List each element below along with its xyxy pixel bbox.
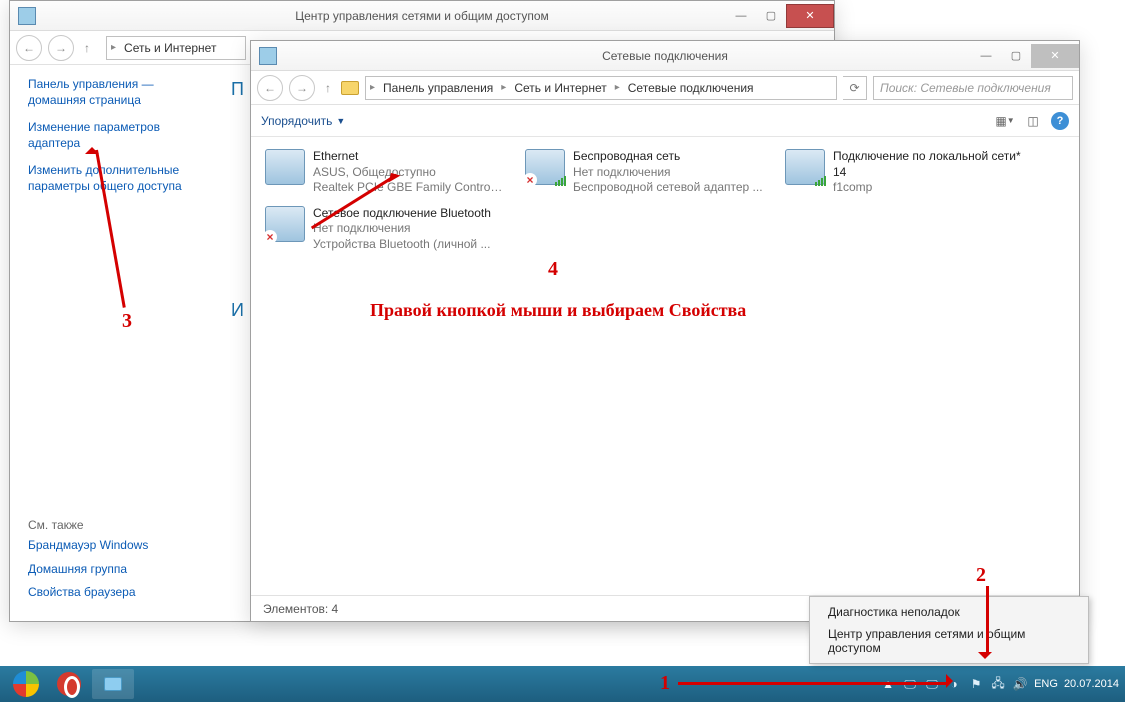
disconnected-x-icon: × [523,173,537,187]
minimize-button[interactable]: — [971,44,1001,68]
maximize-button[interactable]: ▢ [756,4,786,28]
up-button[interactable]: ↑ [80,35,94,61]
minimize-button[interactable]: — [726,4,756,28]
tray-icon[interactable]: 🖵 [902,676,918,692]
network-connections-window: Сетевые подключения — ▢ ✕ ← → ↑ ▸ Панель… [250,40,1080,622]
chevron-down-icon: ▼ [336,116,345,126]
connection-item[interactable]: Подключение по локальной сети* 14f1comp [785,149,1035,196]
connection-device: Realtek PCIe GBE Family Controller [313,180,503,196]
connection-device: f1comp [833,180,1023,196]
item-count: Элементов: 4 [263,602,338,616]
close-button[interactable]: ✕ [1031,44,1079,68]
up-button[interactable]: ↑ [321,75,335,101]
connection-device: Беспроводной сетевой адаптер ... [573,180,763,196]
connection-icon: × [525,149,565,185]
preview-pane-button[interactable]: ◫ [1023,111,1043,131]
connection-status: Нет подключения [313,221,491,237]
connection-name: Подключение по локальной сети* 14 [833,149,1035,180]
view-tiles-button[interactable]: ▦▼ [995,111,1015,131]
tray-context-menu: Диагностика неполадок Центр управления с… [809,596,1089,664]
crumb-0[interactable]: Панель управления [377,79,499,97]
search-placeholder: Поиск: Сетевые подключения [880,81,1051,95]
signal-bars-icon [815,176,826,186]
signal-bars-icon [555,176,566,186]
sidebar: Панель управления — домашняя страница Из… [10,65,225,621]
connection-icon [785,149,825,185]
window-title: Сетевые подключения [251,49,1079,63]
connection-item[interactable]: × Сетевое подключение BluetoothНет подклю… [265,206,515,253]
tray-volume-icon[interactable]: 🔊 [1012,676,1028,692]
back-button[interactable]: ← [257,75,283,101]
sidebar-link-adapter[interactable]: Изменение параметров адаптера [28,120,207,151]
sidebar-link-firewall[interactable]: Брандмауэр Windows [28,538,207,554]
tray-clock[interactable]: 20.07.2014 [1064,678,1119,690]
system-tray: ▲ 🖵 🖵 ◑ ⚑ 🖧 🔊 ENG 20.07.2014 [880,676,1119,692]
folder-icon [341,81,359,95]
maximize-button[interactable]: ▢ [1001,44,1031,68]
sidebar-link-home[interactable]: Панель управления — домашняя страница [28,77,207,108]
start-button[interactable] [6,669,46,699]
connection-name: Сетевое подключение Bluetooth [313,206,491,222]
taskbar-app[interactable] [92,669,134,699]
back-button[interactable]: ← [16,35,42,61]
search-input[interactable]: Поиск: Сетевые подключения [873,76,1073,100]
connection-icon: × [265,206,305,242]
tray-icon[interactable]: ▲ [880,676,896,692]
breadcrumb[interactable]: ▸ Панель управления ▸ Сеть и Интернет ▸ … [365,76,837,100]
toolbar: Упорядочить ▼ ▦▼ ◫ ? [251,105,1079,137]
tray-icon[interactable]: 🖵 [924,676,940,692]
disconnected-x-icon: × [263,230,277,244]
connection-item[interactable]: × Беспроводная сетьНет подключенияБеспров… [525,149,775,196]
menu-network-center[interactable]: Центр управления сетями и общим доступом [812,623,1086,659]
close-button[interactable]: ✕ [786,4,834,28]
organize-button[interactable]: Упорядочить ▼ [261,114,345,128]
help-button[interactable]: ? [1051,112,1069,130]
nav-bar: ← → ↑ ▸ Панель управления ▸ Сеть и Интер… [251,71,1079,105]
connection-name: Ethernet [313,149,503,165]
taskbar-opera[interactable] [48,669,90,699]
tray-language[interactable]: ENG [1034,678,1058,690]
crumb-2[interactable]: Сетевые подключения [622,79,760,97]
menu-troubleshoot[interactable]: Диагностика неполадок [812,601,1086,623]
titlebar: Сетевые подключения — ▢ ✕ [251,41,1079,71]
connection-icon [265,149,305,185]
refresh-button[interactable]: ⟳ [843,76,867,100]
connection-device: Устройства Bluetooth (личной ... [313,237,491,253]
window-title: Центр управления сетями и общим доступом [10,9,834,23]
breadcrumb[interactable]: ▸ Сеть и Интернет [106,36,246,60]
forward-button[interactable]: → [289,75,315,101]
crumb[interactable]: Сеть и Интернет [118,39,222,57]
connection-name: Беспроводная сеть [573,149,763,165]
connection-status: Нет подключения [573,165,763,181]
sidebar-link-homegroup[interactable]: Домашняя группа [28,562,207,578]
tray-network-icon[interactable]: 🖧 [990,676,1006,692]
connection-status: ASUS, Общедоступно [313,165,503,181]
crumb-1[interactable]: Сеть и Интернет [508,79,612,97]
titlebar: Центр управления сетями и общим доступом… [10,1,834,31]
forward-button[interactable]: → [48,35,74,61]
see-also-label: См. также [28,518,207,532]
sidebar-link-sharing[interactable]: Изменить дополнительные параметры общего… [28,163,207,194]
sidebar-link-browser[interactable]: Свойства браузера [28,585,207,601]
tray-flag-icon[interactable]: ⚑ [968,676,984,692]
